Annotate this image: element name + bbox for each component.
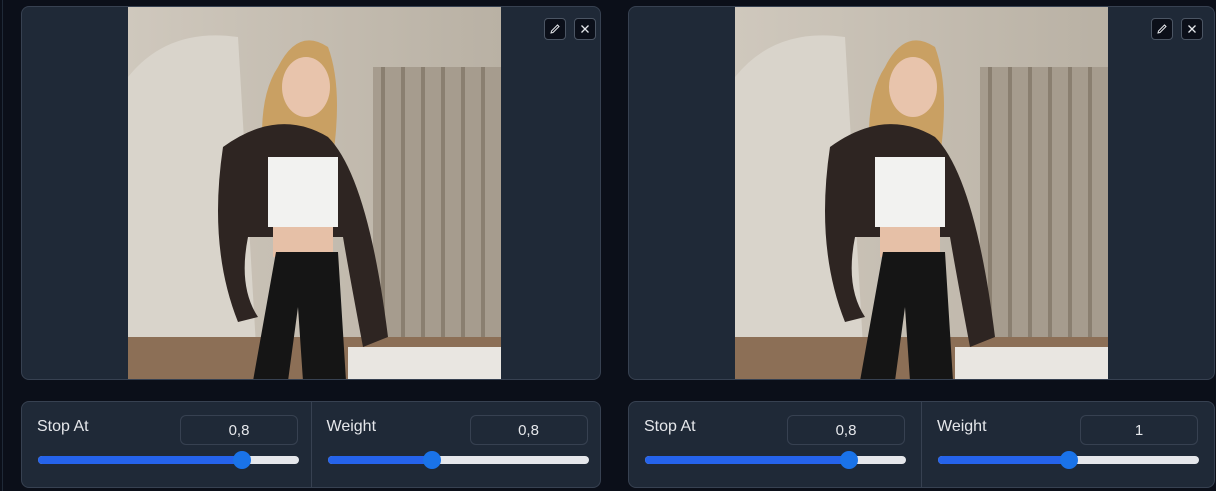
weight-label: Weight: [937, 418, 987, 435]
pencil-icon: [550, 24, 560, 34]
slider-thumb[interactable]: [1059, 451, 1078, 469]
preview-image: [128, 7, 501, 379]
slider-fill: [327, 456, 432, 464]
stop-at-control: Stop At 0,8: [22, 402, 311, 487]
weight-control: Weight 0,8: [310, 402, 601, 487]
stop-at-label: Stop At: [644, 418, 696, 435]
close-button[interactable]: [574, 18, 596, 40]
woman-photo: [128, 7, 501, 379]
woman-photo: [735, 7, 1108, 379]
close-icon: [581, 25, 589, 33]
stop-at-number-input[interactable]: 0,8: [180, 415, 298, 445]
slider-thumb[interactable]: [422, 451, 441, 469]
image-preview-panel: [21, 6, 601, 380]
close-button[interactable]: [1181, 18, 1203, 40]
pencil-icon: [1157, 24, 1167, 34]
weight-number-input[interactable]: 0,8: [469, 415, 588, 445]
stop-at-label: Stop At: [37, 418, 89, 435]
slider-fill: [938, 456, 1069, 464]
weight-number-input[interactable]: 1: [1080, 415, 1198, 445]
stop-at-slider[interactable]: [645, 451, 906, 469]
left-edge-divider: [2, 0, 3, 491]
weight-slider[interactable]: [327, 451, 589, 469]
image-preview-panel: [628, 6, 1215, 380]
weight-label: Weight: [326, 418, 377, 435]
edit-button[interactable]: [1151, 18, 1173, 40]
weight-control: Weight 1: [921, 402, 1214, 487]
close-icon: [1188, 25, 1196, 33]
stop-at-control: Stop At 0,8: [629, 402, 921, 487]
stop-at-slider[interactable]: [38, 451, 299, 469]
preview-image: [735, 7, 1108, 379]
slider-thumb[interactable]: [232, 451, 251, 469]
slider-controls: Stop At 0,8 Weight 0,8: [21, 401, 601, 488]
slider-fill: [38, 456, 242, 464]
stop-at-number-input[interactable]: 0,8: [787, 415, 905, 445]
slider-fill: [645, 456, 849, 464]
slider-thumb[interactable]: [839, 451, 858, 469]
slider-controls: Stop At 0,8 Weight 1: [628, 401, 1215, 488]
edit-button[interactable]: [544, 18, 566, 40]
weight-slider[interactable]: [938, 451, 1199, 469]
